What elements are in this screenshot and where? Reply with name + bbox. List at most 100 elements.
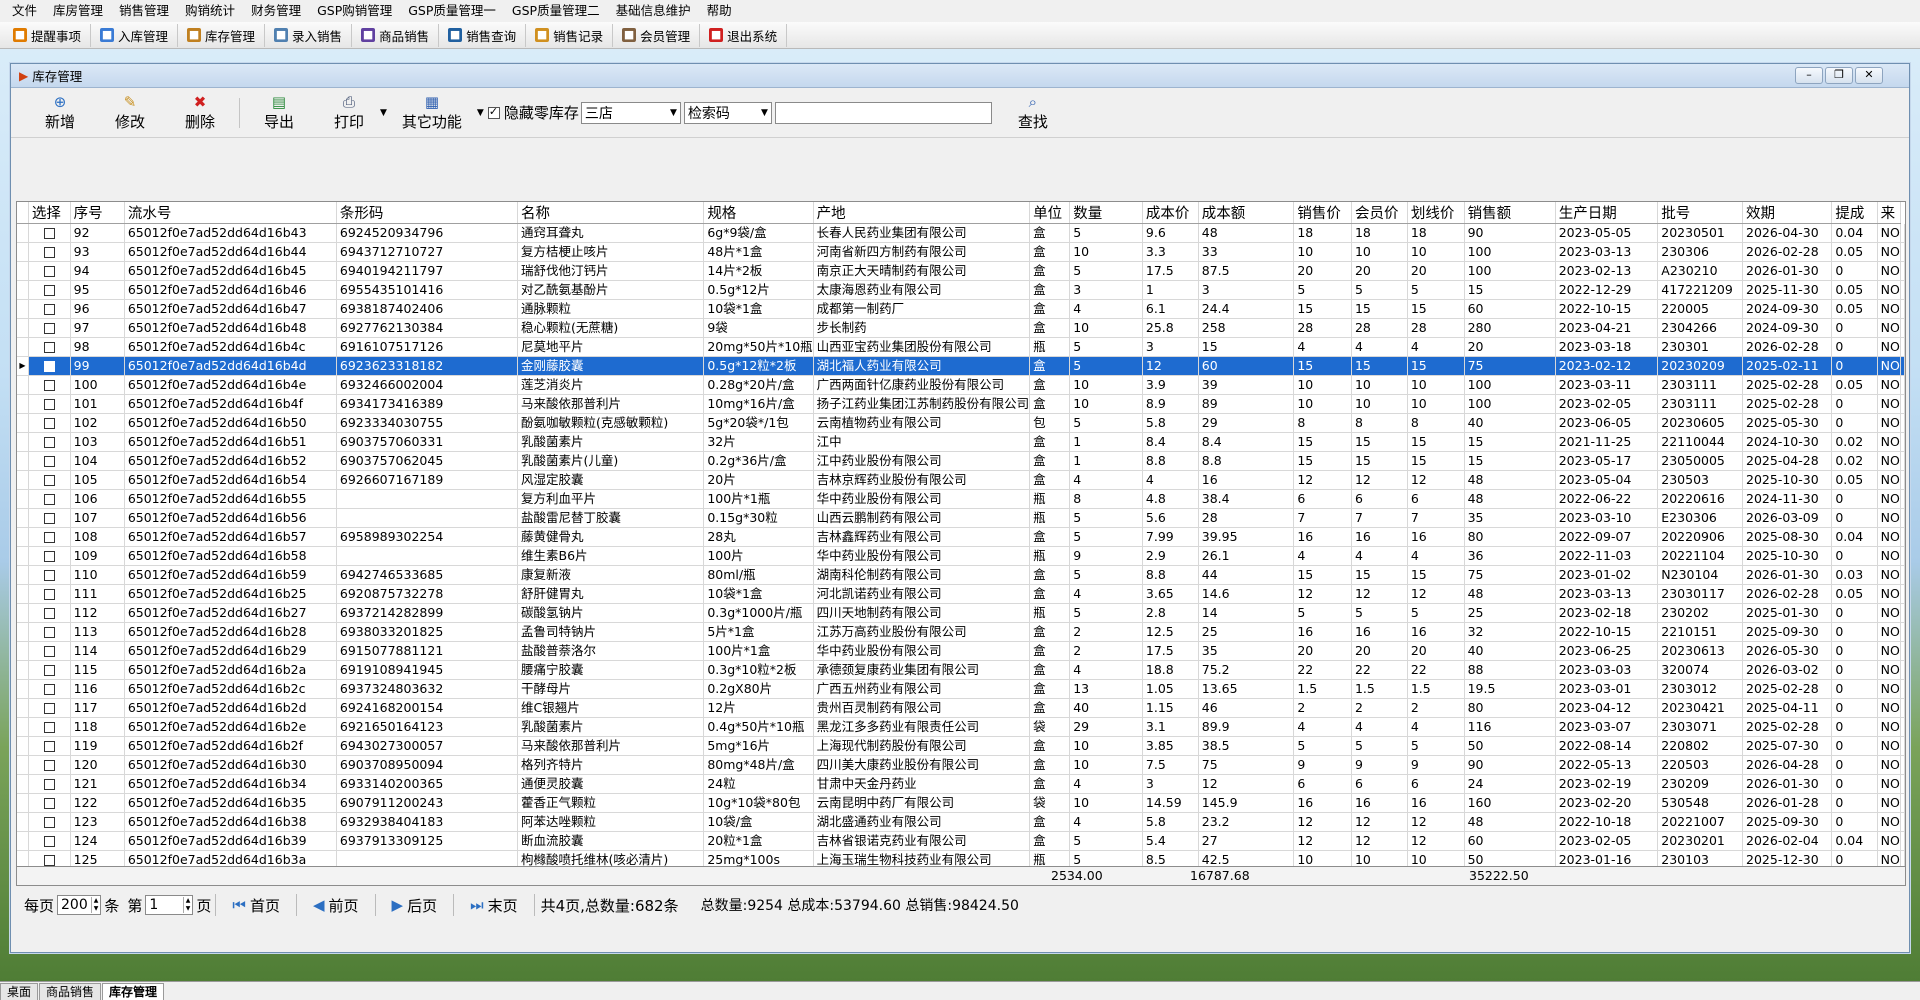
menu-item[interactable]: 帮助 [699, 0, 740, 22]
row-select-cell[interactable] [28, 413, 71, 433]
column-header[interactable]: 名称 [517, 202, 705, 224]
other-dropdown-arrow[interactable]: ▼ [477, 108, 484, 118]
table-row[interactable]: 124 65012f0e7ad52dd64d16b39 6937913309125 断… [17, 831, 1905, 851]
column-header[interactable]: 销售额 [1464, 202, 1556, 224]
table-row[interactable]: 120 65012f0e7ad52dd64d16b30 6903708950094 格… [17, 755, 1905, 775]
table-row[interactable]: 96 65012f0e7ad52dd64d16b47 6938187402406 通脉… [17, 299, 1905, 319]
prev-page-button[interactable]: ◀ 前页 [297, 894, 376, 916]
minimize-button[interactable]: – [1795, 67, 1823, 84]
row-select-cell[interactable] [28, 337, 71, 357]
table-row[interactable]: 107 65012f0e7ad52dd64d16b56 盐酸雷尼替丁胶囊 0.15g*… [17, 508, 1905, 528]
task-tab[interactable]: 桌面 [0, 983, 39, 1000]
row-select-cell[interactable] [28, 584, 71, 604]
table-row[interactable]: 103 65012f0e7ad52dd64d16b51 6903757060331 乳… [17, 432, 1905, 452]
row-select-cell[interactable] [28, 736, 71, 756]
first-page-button[interactable]: ⏮ 首页 [215, 894, 297, 916]
row-select-cell[interactable] [28, 603, 71, 623]
row-select-cell[interactable] [28, 717, 71, 737]
row-select-cell[interactable] [28, 356, 71, 376]
row-checkbox[interactable] [43, 475, 55, 486]
table-row[interactable]: 118 65012f0e7ad52dd64d16b2e 6921650164123 乳… [17, 717, 1905, 737]
row-select-cell[interactable] [28, 375, 71, 395]
column-header[interactable]: 成本额 [1198, 202, 1295, 224]
row-select-cell[interactable] [28, 679, 71, 699]
table-row[interactable]: 100 65012f0e7ad52dd64d16b4e 6932466002004 莲… [17, 375, 1905, 395]
toolbar-reminder-button[interactable]: ■ 提醒事项 [4, 23, 92, 47]
column-header[interactable]: 销售价 [1293, 202, 1352, 224]
row-checkbox[interactable] [43, 722, 55, 733]
row-checkbox[interactable] [43, 855, 55, 866]
row-checkbox[interactable] [43, 285, 55, 296]
maximize-button[interactable]: ❐ [1825, 67, 1853, 84]
row-select-cell[interactable] [28, 280, 71, 300]
add-button[interactable]: ⊕ 新增 [25, 90, 95, 136]
row-checkbox[interactable] [43, 513, 55, 524]
task-tab[interactable]: 库存管理 [102, 983, 165, 1000]
column-header[interactable]: 划线价 [1407, 202, 1465, 224]
toolbar-sales-record-button[interactable]: ■ 销售记录 [526, 23, 614, 47]
menu-item[interactable]: 基础信息维护 [608, 0, 699, 22]
column-header[interactable]: 批号 [1657, 202, 1744, 224]
row-select-cell[interactable] [28, 755, 71, 775]
menu-item[interactable]: 财务管理 [243, 0, 309, 22]
table-row[interactable]: 101 65012f0e7ad52dd64d16b4f 6934173416389 马… [17, 394, 1905, 414]
toolbar-member-button[interactable]: ■ 会员管理 [613, 23, 701, 47]
row-select-cell[interactable] [28, 774, 71, 794]
toolbar-inventory-button[interactable]: ■ 库存管理 [178, 23, 266, 47]
row-select-cell[interactable] [28, 812, 71, 832]
table-row[interactable]: 104 65012f0e7ad52dd64d16b52 6903757062045 乳… [17, 451, 1905, 471]
toolbar-sales-entry-button[interactable]: ■ 录入销售 [265, 23, 353, 47]
search-type-select[interactable]: 检索码 ▼ [683, 101, 772, 124]
table-row[interactable]: 116 65012f0e7ad52dd64d16b2c 6937324803632 干… [17, 679, 1905, 699]
row-checkbox[interactable] [43, 779, 55, 790]
toolbar-product-sales-button[interactable]: ■ 商品销售 [352, 23, 440, 47]
table-row[interactable]: 115 65012f0e7ad52dd64d16b2a 6919108941945 腰… [17, 660, 1905, 680]
row-checkbox[interactable] [43, 532, 55, 543]
row-checkbox[interactable] [43, 304, 55, 315]
row-checkbox[interactable] [43, 684, 55, 695]
row-checkbox[interactable] [43, 418, 55, 429]
table-row[interactable]: 111 65012f0e7ad52dd64d16b25 6920875732278 舒… [17, 584, 1905, 604]
row-checkbox[interactable] [43, 817, 55, 828]
menu-item[interactable]: GSP质量管理一 [400, 0, 504, 22]
row-checkbox[interactable] [43, 399, 55, 410]
row-checkbox[interactable] [43, 760, 55, 771]
per-page-spinner[interactable]: 200 ▲ ▼ [57, 895, 102, 915]
table-row[interactable]: 123 65012f0e7ad52dd64d16b38 6932938404183 阿… [17, 812, 1905, 832]
menu-item[interactable]: 库房管理 [45, 0, 111, 22]
export-button[interactable]: ▤ 导出 [244, 90, 314, 136]
table-row[interactable]: 97 65012f0e7ad52dd64d16b48 6927762130384 稳心… [17, 318, 1905, 338]
table-row[interactable]: 93 65012f0e7ad52dd64d16b44 6943712710727 复方… [17, 242, 1905, 262]
column-header[interactable]: 数量 [1069, 202, 1143, 224]
row-checkbox[interactable] [43, 437, 55, 448]
row-select-cell[interactable] [28, 527, 71, 547]
row-checkbox[interactable] [43, 228, 55, 239]
row-checkbox[interactable] [43, 570, 55, 581]
table-row[interactable]: 106 65012f0e7ad52dd64d16b55 复方利血平片 100片*1瓶华… [17, 489, 1905, 509]
row-checkbox[interactable] [43, 836, 55, 847]
row-checkbox[interactable] [43, 266, 55, 277]
print-button[interactable]: ⎙ 打印 [314, 90, 384, 136]
page-spinner[interactable]: 1 ▲ ▼ [145, 895, 194, 915]
other-functions-button[interactable]: ▦ 其它功能 [387, 90, 477, 136]
row-checkbox[interactable] [43, 361, 55, 372]
close-button[interactable]: ✕ [1855, 67, 1883, 84]
search-button[interactable]: ⌕ 查找 [998, 90, 1068, 136]
row-checkbox[interactable] [43, 665, 55, 676]
row-select-cell[interactable] [28, 470, 71, 490]
row-select-cell[interactable] [28, 318, 71, 338]
row-select-cell[interactable] [28, 261, 71, 281]
print-dropdown-arrow[interactable]: ▼ [380, 108, 387, 118]
row-select-cell[interactable] [28, 641, 71, 661]
row-checkbox[interactable] [43, 494, 55, 505]
table-row[interactable]: 114 65012f0e7ad52dd64d16b29 6915077881121 盐… [17, 641, 1905, 661]
toolbar-sales-query-button[interactable]: ■ 销售查询 [439, 23, 527, 47]
toolbar-stock-in-button[interactable]: ■ 入库管理 [91, 23, 179, 47]
row-select-cell[interactable] [28, 660, 71, 680]
row-select-cell[interactable] [28, 565, 71, 585]
row-select-cell[interactable] [28, 489, 71, 509]
table-row[interactable]: 110 65012f0e7ad52dd64d16b59 6942746533685 康… [17, 565, 1905, 585]
spinner-arrows-icon[interactable]: ▲ ▼ [90, 897, 101, 913]
row-checkbox[interactable] [43, 380, 55, 391]
delete-button[interactable]: ✖ 删除 [165, 90, 235, 136]
